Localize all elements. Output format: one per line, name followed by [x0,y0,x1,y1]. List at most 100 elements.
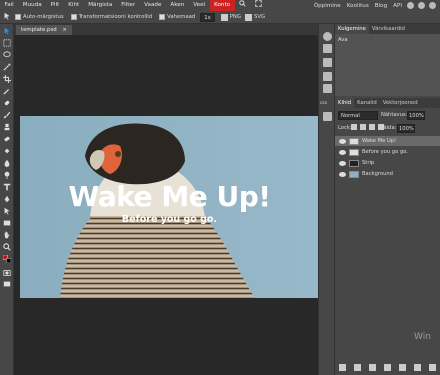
facebook-icon[interactable] [429,2,436,9]
folder-icon[interactable] [399,364,406,371]
color-swatch-icon[interactable] [3,255,11,263]
text-layer-thumb [349,137,359,145]
search-icon[interactable] [235,0,251,12]
brush-settings-icon[interactable] [323,58,332,67]
adjustment-icon[interactable] [369,364,376,371]
download-icon [220,13,228,21]
link-learning[interactable]: Õppimine [311,3,344,9]
tab-history[interactable]: Kulgemine [335,24,369,34]
canvas-title-text: Wake Me Up! [68,180,271,213]
lock-pixels-icon[interactable] [360,124,366,130]
blend-mode-select[interactable]: Normal [338,111,378,120]
healing-tool-icon[interactable] [3,99,11,107]
menu-filter[interactable]: Filter [117,0,140,11]
transform-controls-checkbox[interactable] [70,14,77,20]
layer-name: Background [362,171,393,177]
lasso-tool-icon[interactable] [3,51,11,59]
opacity-input[interactable]: 100% [407,111,425,120]
crop-tool-icon[interactable] [3,75,11,83]
screen-mode-icon[interactable] [3,280,11,288]
info-icon[interactable] [323,32,332,41]
zoom-select[interactable]: 1x [200,12,215,22]
fill-input[interactable]: 100% [397,124,415,133]
tab-swatches[interactable]: Värvikaardid [369,24,408,34]
layer-row[interactable]: Strip [335,158,440,168]
spacing-checkbox[interactable] [159,14,166,20]
hand-tool-icon[interactable] [3,231,11,239]
export-png-label: PNG [229,14,241,20]
reddit-icon[interactable] [407,2,414,9]
layer-row[interactable]: Background [335,169,440,179]
properties-icon[interactable] [323,44,332,53]
menu-layer[interactable]: Kiht [64,0,84,11]
eye-icon[interactable] [339,138,346,144]
fill-tool-icon[interactable] [3,147,11,155]
layer-row[interactable]: Wake Me Up! [335,136,440,146]
new-layer-icon[interactable] [414,364,421,371]
menu-select[interactable]: Märgista [84,0,117,11]
eyedropper-tool-icon[interactable] [3,87,11,95]
text-tool-icon[interactable] [3,183,11,191]
menu-more[interactable]: Veel [189,0,210,11]
document-canvas[interactable]: Wake Me Up! Before you go go. [20,116,319,298]
css-label[interactable]: css [320,101,327,106]
clone-tool-icon[interactable] [3,123,11,131]
pen-tool-icon[interactable] [3,195,11,203]
trash-icon[interactable] [429,364,436,371]
path-select-tool-icon[interactable] [3,207,11,215]
options-toolbar: Auto-märgistus Transformatsiooni kontrol… [0,11,440,24]
export-svg-label: SVG [254,14,266,20]
auto-select-label: Auto-märgistus [23,14,64,20]
panel-strip: css [318,24,335,375]
twitter-icon[interactable] [418,2,425,9]
eye-icon[interactable] [339,149,346,155]
wand-tool-icon[interactable] [3,63,11,71]
close-icon[interactable]: × [62,27,67,33]
menu-view[interactable]: Vaade [140,0,166,11]
character-icon[interactable] [323,72,332,81]
tab-layers[interactable]: Kihid [335,98,355,108]
eye-icon[interactable] [339,171,346,177]
layers-footer [339,364,436,371]
effects-icon[interactable] [354,364,361,371]
brush-tool-icon[interactable] [3,111,11,119]
export-svg-button[interactable]: SVG [245,13,266,21]
zoom-tool-icon[interactable] [3,243,11,251]
paragraph-icon[interactable] [323,84,332,93]
link-courses[interactable]: Koolitus [344,3,372,9]
tab-template[interactable]: template.psd × [16,25,72,35]
export-png-button[interactable]: PNG [220,13,241,21]
link-icon[interactable] [339,364,346,371]
link-blog[interactable]: Blog [372,3,390,9]
mask-icon[interactable] [384,364,391,371]
menu-bar: Fail Muuda Pilt Kiht Märgista Filter Vaa… [0,0,440,11]
workspace: Wake Me Up! Before you go go. [14,35,319,375]
eye-icon[interactable] [339,160,346,166]
move-tool-icon[interactable] [3,27,11,35]
text-layer-thumb [349,148,359,156]
dodge-tool-icon[interactable] [3,171,11,179]
move-tool-icon [3,12,11,22]
layers-tabs: Kihid Kanalid Vektorjooned [335,98,440,108]
menu-image[interactable]: Pilt [46,0,64,11]
fullscreen-icon[interactable] [251,0,267,12]
menu-edit[interactable]: Muuda [18,0,46,11]
menu-account[interactable]: Konto [209,0,235,11]
link-api[interactable]: API [390,3,405,9]
history-item[interactable]: Ava [338,37,348,43]
eraser-tool-icon[interactable] [3,135,11,143]
auto-select-checkbox[interactable] [15,14,21,20]
layer-row[interactable]: Before you go go. [335,147,440,157]
menu-window[interactable]: Aken [166,0,189,11]
lock-transparency-icon[interactable] [351,124,357,130]
tab-channels[interactable]: Kanalid [354,98,380,108]
image-icon[interactable] [323,112,332,121]
lock-position-icon[interactable] [369,124,375,130]
windows-watermark: Win [414,332,431,342]
marquee-tool-icon[interactable] [3,39,11,47]
shape-tool-icon[interactable] [3,219,11,227]
menu-file[interactable]: Fail [0,0,18,11]
tab-paths[interactable]: Vektorjooned [380,98,421,108]
blur-tool-icon[interactable] [3,159,11,167]
quick-mask-icon[interactable] [3,269,11,277]
